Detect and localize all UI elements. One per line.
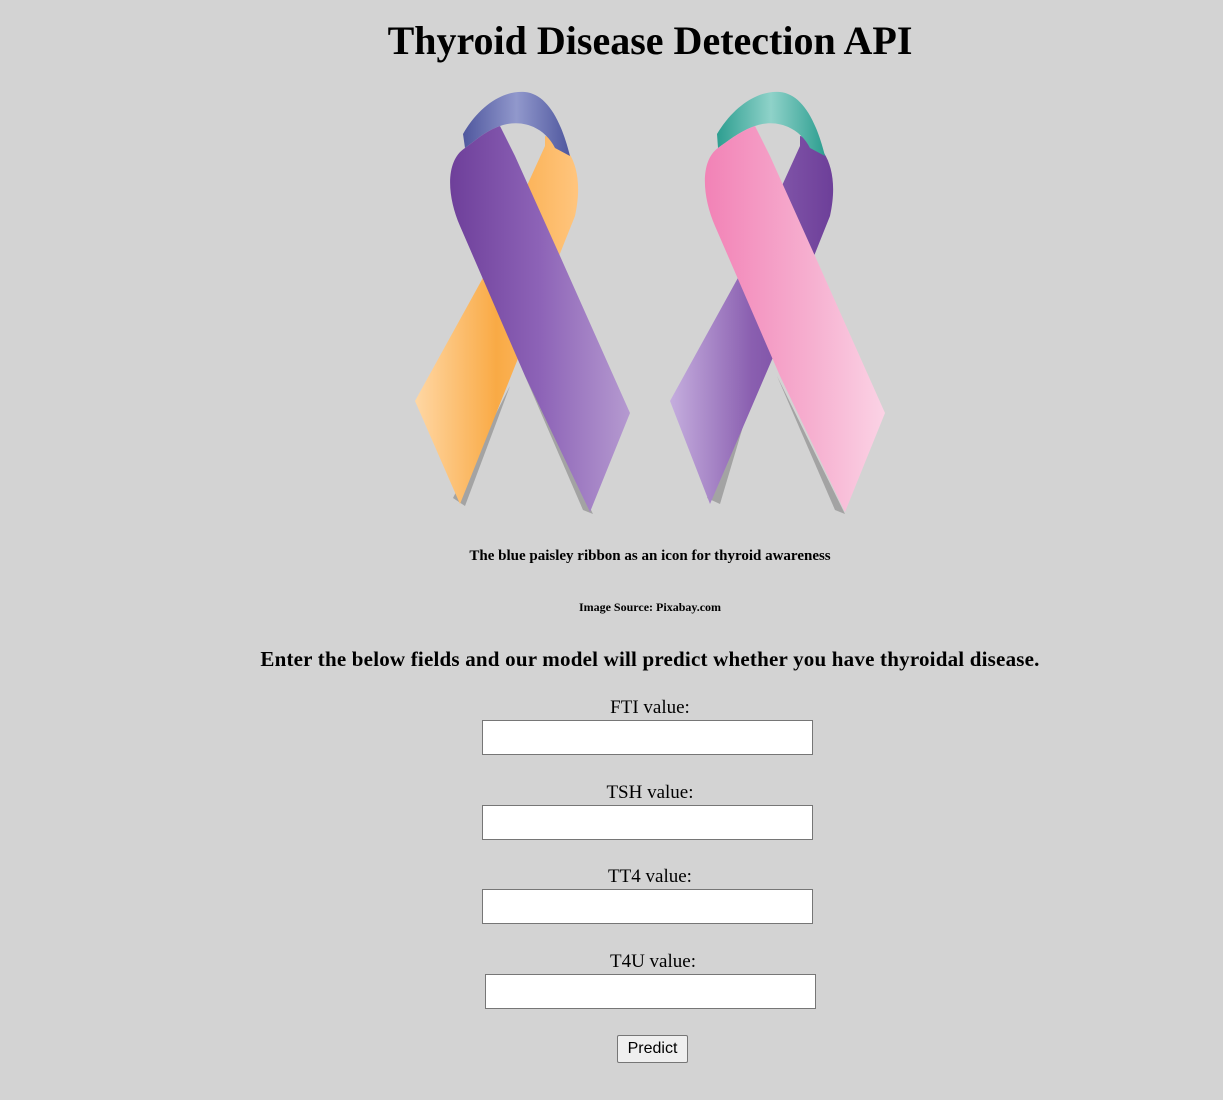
image-caption: The blue paisley ribbon as an icon for t… — [469, 548, 831, 564]
left-ribbon — [415, 91, 630, 514]
awareness-ribbons-image — [415, 91, 885, 514]
fti-label: FTI value: — [610, 697, 690, 718]
predict-button[interactable]: Predict — [617, 1035, 688, 1063]
fti-input[interactable] — [482, 720, 813, 755]
tt4-input[interactable] — [482, 889, 813, 924]
page: Thyroid Disease Detection API The blue p… — [0, 0, 1223, 1100]
form-instructions: Enter the below fields and our model wil… — [260, 647, 1040, 671]
page-title: Thyroid Disease Detection API — [387, 18, 913, 63]
t4u-label: T4U value: — [609, 951, 696, 972]
image-source: Image Source: Pixabay.com — [578, 600, 722, 614]
tsh-input[interactable] — [482, 805, 813, 840]
t4u-input[interactable] — [485, 974, 816, 1009]
tt4-label: TT4 value: — [608, 866, 692, 887]
right-ribbon — [670, 91, 885, 514]
tsh-label: TSH value: — [606, 782, 694, 803]
